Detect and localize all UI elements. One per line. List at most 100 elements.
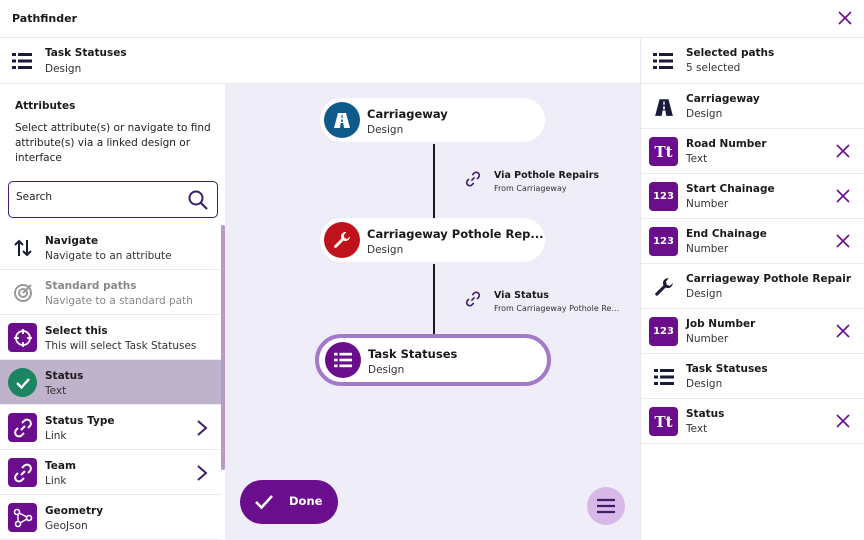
- text-type-icon: Tt: [649, 137, 678, 166]
- attributes-panel: Attributes Select attribute(s) or naviga…: [0, 84, 225, 540]
- done-button[interactable]: Done: [240, 480, 338, 524]
- path-node-pothole-repair[interactable]: Carriageway Pothole Rep... Design: [320, 218, 545, 262]
- selected-item-title: Job Number: [686, 318, 756, 330]
- check-icon: [255, 495, 273, 510]
- text-type-icon: Tt: [649, 407, 678, 436]
- list-icon: [12, 53, 32, 69]
- list-item-title: Geometry: [45, 505, 104, 517]
- path-connector: [433, 264, 435, 338]
- list-item-status-type[interactable]: Status Type Link: [0, 405, 222, 450]
- list-item-subtitle: Navigate to an attribute: [45, 250, 172, 262]
- chevron-right-icon[interactable]: [196, 419, 208, 437]
- list-item-title: Standard paths: [45, 280, 137, 292]
- search-icon[interactable]: [188, 190, 208, 210]
- current-design-header: Task Statuses Design: [0, 38, 640, 84]
- attributes-description: Select attribute(s) or navigate to find …: [15, 122, 211, 164]
- geometry-icon: [8, 503, 37, 532]
- node-title: Carriageway: [367, 107, 448, 121]
- selected-item-subtitle: Design: [686, 108, 723, 120]
- link-icon: [465, 291, 481, 307]
- remove-icon[interactable]: [836, 189, 850, 203]
- remove-icon[interactable]: [836, 324, 850, 338]
- list-item-select-this[interactable]: Select this This will select Task Status…: [0, 315, 222, 360]
- selected-paths-panel: Selected paths 5 selected Carriageway De…: [640, 38, 864, 540]
- selected-item-subtitle: Number: [686, 198, 729, 210]
- node-subtitle: Design: [367, 244, 404, 256]
- list-item-title: Status: [45, 370, 84, 382]
- selected-paths-title: Selected paths: [686, 47, 775, 59]
- list-item-navigate[interactable]: Navigate Navigate to an attribute: [0, 225, 222, 270]
- selected-item-carriageway: Carriageway Design: [641, 84, 864, 129]
- selected-item-title: Carriageway: [686, 93, 760, 105]
- search-box[interactable]: [8, 181, 218, 218]
- navigate-arrows-icon: [8, 233, 37, 262]
- path-connector: [433, 144, 435, 218]
- selected-item-status: Tt Status Text: [641, 399, 864, 444]
- list-item-geometry[interactable]: Geometry GeoJson: [0, 495, 222, 540]
- hamburger-icon: [597, 498, 615, 514]
- node-title: Carriageway Pothole Rep...: [367, 227, 544, 241]
- selected-item-task-statuses: Task Statuses Design: [641, 354, 864, 399]
- attribute-list: Navigate Navigate to an attribute Standa…: [0, 225, 222, 540]
- path-node-carriageway[interactable]: Carriageway Design: [320, 98, 545, 142]
- list-item-team[interactable]: Team Link: [0, 450, 222, 495]
- close-icon[interactable]: [838, 11, 852, 25]
- list-item-subtitle: Navigate to a standard path: [45, 295, 193, 307]
- selected-item-title: Road Number: [686, 138, 767, 150]
- crosshair-icon: [8, 323, 37, 352]
- wrench-icon: [649, 272, 678, 301]
- selected-item-title: End Chainage: [686, 228, 767, 240]
- link-title: Via Status: [494, 290, 549, 301]
- selected-item-subtitle: Text: [686, 153, 708, 165]
- selected-item-subtitle: Text: [686, 423, 708, 435]
- current-design-type: Design: [45, 63, 82, 75]
- link-subtitle: From Carriageway Pothole Re...: [494, 304, 620, 313]
- list-item-subtitle: This will select Task Statuses: [45, 340, 197, 352]
- selected-item-start-chainage: 123 Start Chainage Number: [641, 174, 864, 219]
- search-input[interactable]: [16, 191, 176, 203]
- list-item-title: Select this: [45, 325, 108, 337]
- link-icon: [8, 458, 37, 487]
- list-icon: [325, 342, 361, 378]
- selected-item-title: Status: [686, 408, 725, 420]
- selected-item-road-number: Tt Road Number Text: [641, 129, 864, 174]
- selected-item-end-chainage: 123 End Chainage Number: [641, 219, 864, 264]
- list-item-subtitle: Text: [45, 385, 67, 397]
- road-icon: [324, 102, 360, 138]
- remove-icon[interactable]: [836, 144, 850, 158]
- selected-item-title: Start Chainage: [686, 183, 775, 195]
- window-title: Pathfinder: [12, 12, 78, 25]
- done-label: Done: [289, 494, 323, 508]
- road-icon: [649, 92, 678, 121]
- selected-count: 5 selected: [686, 62, 741, 74]
- selected-item-pothole-repair: Carriageway Pothole Repair Design: [641, 264, 864, 309]
- list-item-status[interactable]: Status Text: [0, 360, 222, 405]
- check-icon: [8, 368, 37, 397]
- selected-item-subtitle: Design: [686, 378, 723, 390]
- number-type-icon: 123: [649, 182, 678, 211]
- list-icon: [653, 53, 673, 69]
- selected-paths-header: Selected paths 5 selected: [641, 38, 864, 84]
- selected-item-title: Carriageway Pothole Repair: [686, 273, 852, 285]
- menu-button[interactable]: [587, 487, 625, 525]
- remove-icon[interactable]: [836, 234, 850, 248]
- selected-item-job-number: 123 Job Number Number: [641, 309, 864, 354]
- path-node-task-statuses[interactable]: Task Statuses Design: [315, 334, 551, 386]
- link-icon: [465, 171, 481, 187]
- title-bar: Pathfinder: [0, 0, 864, 38]
- list-item-standard-paths[interactable]: Standard paths Navigate to a standard pa…: [0, 270, 222, 315]
- attributes-heading: Attributes: [15, 100, 76, 112]
- link-icon: [8, 413, 37, 442]
- selected-item-subtitle: Design: [686, 288, 723, 300]
- selected-item-title: Task Statuses: [686, 363, 768, 375]
- wrench-icon: [324, 222, 360, 258]
- chevron-right-icon[interactable]: [196, 464, 208, 482]
- number-type-icon: 123: [649, 317, 678, 346]
- node-subtitle: Design: [368, 364, 405, 376]
- list-item-subtitle: Link: [45, 430, 67, 442]
- current-design-title: Task Statuses: [45, 47, 127, 59]
- remove-icon[interactable]: [836, 414, 850, 428]
- list-item-subtitle: GeoJson: [45, 520, 88, 532]
- link-title: Via Pothole Repairs: [494, 170, 600, 181]
- list-item-title: Status Type: [45, 415, 115, 427]
